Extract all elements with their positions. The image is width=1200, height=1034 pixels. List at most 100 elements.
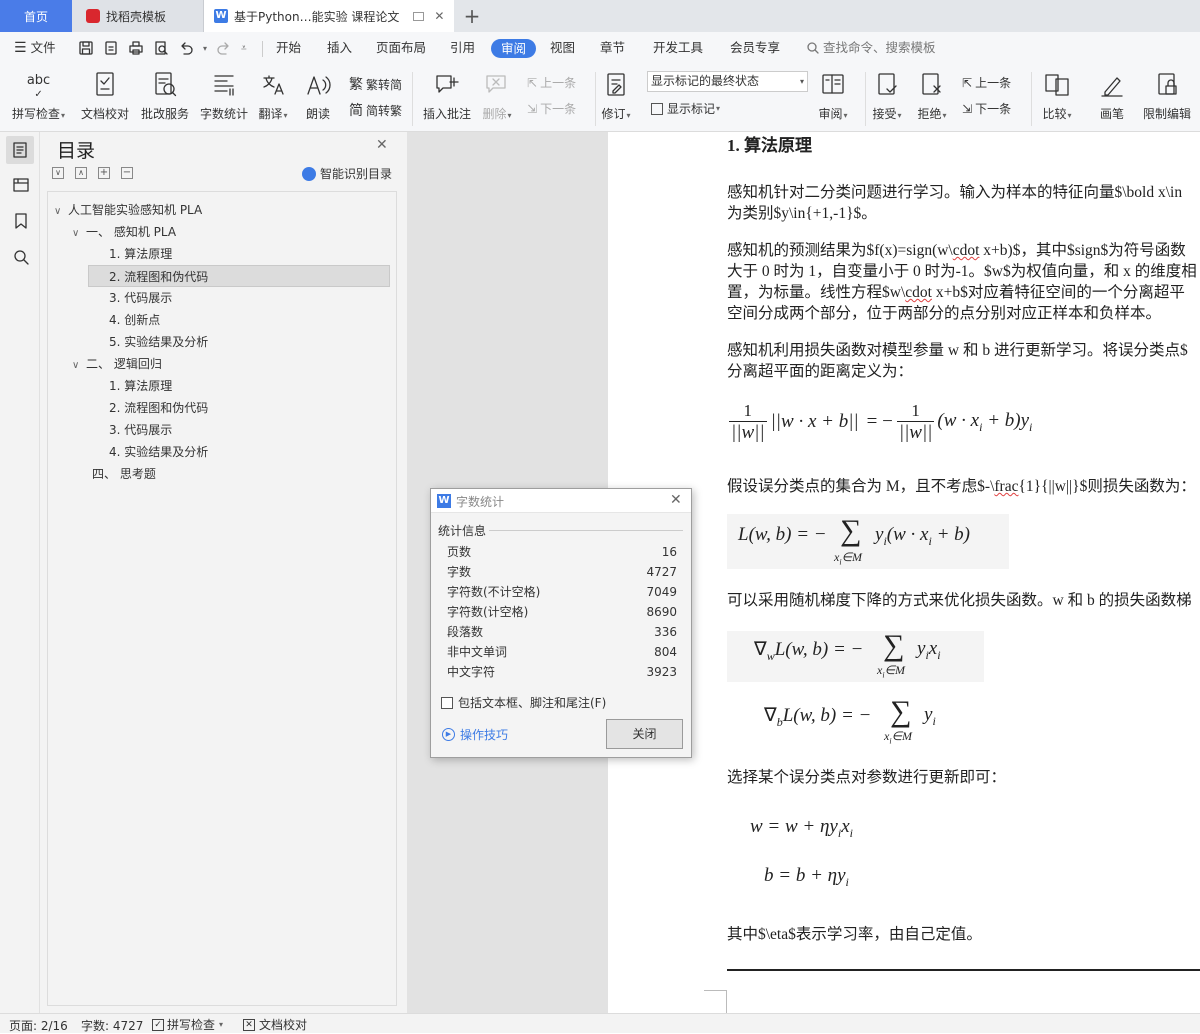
paragraph-line: 为类别$y\in{+1,-1}$。: [727, 205, 877, 222]
remove-level-icon[interactable]: −: [121, 167, 133, 179]
spell-check-button[interactable]: abc ✓ 拼写检查▾: [12, 70, 65, 122]
collapse-all-icon[interactable]: ∨: [52, 167, 64, 179]
bookmark-icon[interactable]: [12, 212, 30, 230]
menu-page-layout[interactable]: 页面布局: [376, 32, 426, 64]
reject-icon: [922, 73, 941, 95]
close-icon[interactable]: ✕: [670, 492, 682, 508]
command-search[interactable]: 查找命令、搜索模板: [806, 32, 936, 64]
stat-row: 页数 16: [447, 545, 677, 559]
word-count-indicator[interactable]: 字数: 4727: [81, 1017, 143, 1034]
word-count-button[interactable]: 字数统计: [200, 70, 248, 122]
paragraph-line: 假设误分类点的集合为 M，且不考虑$-\frac{1}{||w||}$则损失函数…: [727, 478, 1196, 495]
toc-item[interactable]: 4. 创新点: [109, 310, 160, 330]
track-changes-button[interactable]: 修订▾: [601, 70, 631, 122]
document-page[interactable]: 1. 算法原理 感知机针对二分类问题进行学习。输入为样本的特征向量$\bold …: [608, 132, 1200, 1013]
paragraph-line: 空间分成两个部分，位于两部分的点分别对应正样本和负样本。: [727, 305, 1162, 322]
menu-developer[interactable]: 开发工具: [653, 32, 703, 64]
expand-all-icon[interactable]: ∧: [75, 167, 87, 179]
status-spell-check[interactable]: ✓ 拼写检查 ▾: [152, 1016, 223, 1033]
toc-item[interactable]: 1. 算法原理: [109, 244, 172, 264]
toc-item[interactable]: ∨ 一、 感知机 PLA: [72, 222, 176, 242]
chevron-down-icon[interactable]: ∨: [72, 356, 86, 376]
dialog-close-button[interactable]: 关闭: [606, 719, 683, 749]
chapter-nav-icon[interactable]: [12, 176, 30, 194]
stats-section-title: 统计信息: [438, 524, 487, 538]
prev-change-icon: ⇱: [962, 75, 973, 90]
print-preview-icon[interactable]: [153, 40, 169, 56]
toc-item[interactable]: 四、 思考题: [92, 464, 156, 484]
markup-display-select[interactable]: 显示标记的最终状态 ▾: [647, 71, 808, 92]
toc-pane-button[interactable]: [6, 136, 34, 164]
toc-item[interactable]: 4. 实验结果及分析: [109, 442, 208, 462]
show-markup-button[interactable]: 显示标记 ▾: [651, 100, 720, 117]
print-icon[interactable]: [128, 40, 144, 56]
navigation-strip: [0, 132, 40, 1013]
next-change-button[interactable]: ⇲ 下一条: [962, 100, 1011, 117]
status-proofread[interactable]: ✕ 文档校对: [243, 1016, 307, 1033]
compare-button[interactable]: 比较▾: [1042, 70, 1072, 122]
previous-change-button[interactable]: ⇱ 上一条: [962, 74, 1011, 91]
toc-item[interactable]: 1. 算法原理: [109, 376, 172, 396]
menu-start[interactable]: 开始: [276, 32, 301, 64]
new-tab-button[interactable]: +: [460, 0, 484, 32]
close-tab-icon[interactable]: ✕: [434, 9, 444, 23]
previous-comment-button[interactable]: ⇱ 上一条: [527, 74, 576, 91]
find-icon[interactable]: [12, 248, 30, 266]
tab-template[interactable]: 找稻壳模板: [72, 0, 204, 32]
include-footnotes-checkbox[interactable]: 包括文本框、脚注和尾注(F): [441, 694, 606, 711]
wps-writer-icon: W: [214, 9, 228, 23]
trad-to-simp-button[interactable]: 繁繁转简: [349, 74, 402, 94]
close-icon[interactable]: ✕: [376, 137, 388, 153]
save-icon[interactable]: [78, 40, 94, 56]
tips-link[interactable]: ▶ 操作技巧: [442, 726, 508, 743]
proofread-button[interactable]: 文档校对: [81, 70, 129, 122]
screen-icon[interactable]: [413, 11, 425, 21]
restrict-editing-button[interactable]: 限制编辑: [1143, 70, 1191, 122]
chevron-down-icon[interactable]: ∨: [54, 202, 68, 222]
trad-simp-icon: 繁: [349, 77, 363, 93]
tab-home[interactable]: 首页: [0, 0, 72, 32]
file-menu[interactable]: ☰ 文件: [14, 32, 56, 64]
toc-item[interactable]: 2. 流程图和伪代码: [109, 398, 208, 418]
export-pdf-icon[interactable]: [103, 40, 119, 56]
read-aloud-icon: [307, 76, 331, 95]
menu-review[interactable]: 审阅: [491, 39, 537, 58]
menu-insert[interactable]: 插入: [327, 32, 352, 64]
equation-gradient-w: ∇wL(w, b) = − ∑ xi∈M yixi: [727, 629, 984, 682]
tab-document[interactable]: W 基于Python…能实验 课程论文 ✕: [204, 0, 454, 32]
smart-toc-button[interactable]: 智能识别目录: [302, 165, 392, 182]
accept-button[interactable]: 接受▾: [872, 70, 902, 122]
menu-section[interactable]: 章节: [600, 32, 625, 64]
delete-comment-button[interactable]: 删除▾: [482, 70, 512, 122]
toc-item[interactable]: 3. 代码展示: [109, 288, 172, 308]
title-tab-bar: 首页 找稻壳模板 W 基于Python…能实验 课程论文 ✕ +: [0, 0, 1200, 32]
dialog-titlebar[interactable]: W 字数统计 ✕: [431, 489, 691, 513]
chevron-down-icon[interactable]: ∨: [72, 224, 86, 244]
correction-service-button[interactable]: 批改服务: [141, 70, 189, 122]
show-markup-icon: [651, 102, 663, 115]
paragraph-line: 分离超平面的距离定义为：: [727, 363, 914, 380]
comment-add-icon: [436, 75, 459, 93]
menu-view[interactable]: 视图: [550, 32, 575, 64]
read-aloud-button[interactable]: 朗读: [303, 70, 333, 122]
toc-item[interactable]: 5. 实验结果及分析: [109, 332, 208, 352]
redo-icon[interactable]: [216, 40, 232, 56]
undo-icon[interactable]: [178, 40, 194, 56]
pen-button[interactable]: 画笔: [1097, 70, 1127, 122]
add-level-icon[interactable]: +: [98, 167, 110, 179]
toc-item[interactable]: ∨ 二、 逻辑回归: [72, 354, 162, 374]
translate-button[interactable]: 翻译▾: [258, 70, 288, 122]
undo-dropdown-icon[interactable]: ▾: [203, 44, 207, 53]
toc-item-selected[interactable]: 2. 流程图和伪代码: [88, 265, 390, 287]
menu-reference[interactable]: 引用: [450, 32, 475, 64]
simp-to-trad-button[interactable]: 简简转繁: [349, 100, 402, 120]
menu-member[interactable]: 会员专享: [730, 32, 780, 64]
reject-button[interactable]: 拒绝▾: [917, 70, 947, 122]
toc-item[interactable]: 3. 代码展示: [109, 420, 172, 440]
review-pane-button[interactable]: 审阅▾: [818, 70, 848, 122]
next-comment-button[interactable]: ⇲ 下一条: [527, 100, 576, 117]
toc-item[interactable]: ∨ 人工智能实验感知机 PLA: [54, 200, 202, 220]
page-indicator[interactable]: 页面: 2/16: [9, 1017, 68, 1034]
customize-icon[interactable]: ⩡: [241, 43, 247, 54]
insert-comment-button[interactable]: 插入批注: [423, 70, 471, 122]
